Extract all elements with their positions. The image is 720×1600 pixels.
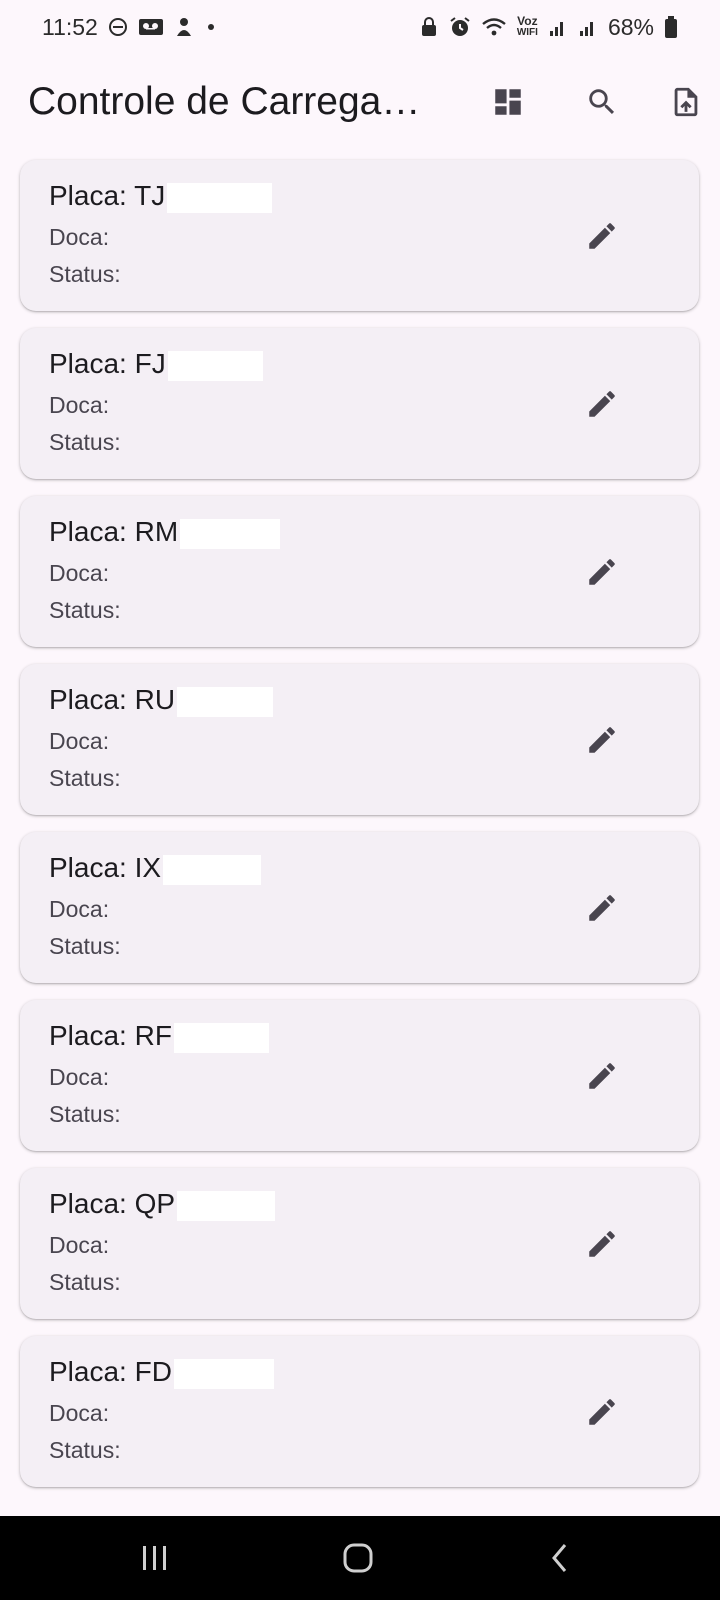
edit-button[interactable] xyxy=(576,714,628,766)
status-bar: 11:52 Voz WIFI 68% xyxy=(0,0,720,54)
plate-value: Placa: QP xyxy=(49,1188,176,1219)
pencil-icon xyxy=(589,727,615,753)
system-nav-bar xyxy=(0,1516,720,1600)
redaction-block xyxy=(180,518,281,549)
status-label: Status: xyxy=(49,261,121,287)
plate-text: Placa: RU xyxy=(49,684,274,717)
edit-button[interactable] xyxy=(576,210,628,262)
list-item[interactable]: Placa: TJ Doca: Status: xyxy=(20,160,699,311)
dock-label: Doca: xyxy=(49,1064,110,1090)
home-button[interactable] xyxy=(328,1534,388,1582)
voz-label: Voz xyxy=(517,14,538,28)
pencil-icon xyxy=(589,1063,615,1089)
back-button[interactable] xyxy=(530,1534,590,1582)
redaction-block xyxy=(177,686,274,717)
app-bar: Controle de Carregamento xyxy=(0,62,720,142)
status-right: Voz WIFI 68% xyxy=(419,14,678,41)
voicemail-icon xyxy=(138,17,164,37)
dashboard-button[interactable] xyxy=(484,78,532,126)
status-label: Status: xyxy=(49,1269,121,1295)
status-label: Status: xyxy=(49,933,121,959)
signal-icon xyxy=(548,17,568,37)
dock-label: Doca: xyxy=(49,728,110,754)
dock-label: Doca: xyxy=(49,560,110,586)
list-item[interactable]: Placa: RF Doca: Status: xyxy=(20,1000,699,1151)
battery-icon xyxy=(664,15,678,39)
list-item[interactable]: Placa: IX Doca: Status: xyxy=(20,832,699,983)
app-bar-actions xyxy=(480,62,720,142)
export-button[interactable] xyxy=(662,78,710,126)
pencil-icon xyxy=(589,391,615,417)
dock-label: Doca: xyxy=(49,392,110,418)
wifi-label: WIFI xyxy=(516,27,538,38)
pencil-icon xyxy=(589,1399,615,1425)
status-label: Status: xyxy=(49,429,121,455)
plate-text: Placa: IX xyxy=(49,852,262,885)
pencil-icon xyxy=(589,895,615,921)
plate-text: Placa: RF xyxy=(49,1020,269,1053)
signal-icon xyxy=(578,17,598,37)
status-label: Status: xyxy=(49,765,121,791)
battery-percent: 68% xyxy=(607,13,654,40)
status-label: Status: xyxy=(49,1437,121,1463)
edit-button[interactable] xyxy=(576,882,628,934)
clock: 11:52 xyxy=(42,13,98,40)
plate-value: Placa: FD xyxy=(49,1356,172,1387)
status-label: Status: xyxy=(49,597,121,623)
plate-value: Placa: RU xyxy=(49,684,176,715)
edit-button[interactable] xyxy=(576,1386,628,1438)
list-item[interactable]: Placa: QP Doca: Status: xyxy=(20,1168,699,1319)
edit-button[interactable] xyxy=(576,546,628,598)
do-not-disturb-icon xyxy=(108,17,128,37)
back-icon xyxy=(552,1544,567,1572)
edit-button[interactable] xyxy=(576,1050,628,1102)
pencil-icon xyxy=(589,223,615,249)
plate-value: Placa: RF xyxy=(49,1020,172,1051)
plate-value: Placa: RM xyxy=(49,516,179,547)
status-label: Status: xyxy=(49,1101,121,1127)
pencil-icon xyxy=(589,559,615,585)
list-item[interactable]: Placa: RU Doca: Status: xyxy=(20,664,699,815)
plate-text: Placa: RM xyxy=(49,516,281,549)
redaction-block xyxy=(167,182,273,213)
alarm-icon xyxy=(449,16,471,38)
list-item[interactable]: Placa: RM Doca: Status: xyxy=(20,496,699,647)
plate-value: Placa: TJ xyxy=(49,180,166,211)
pencil-icon xyxy=(589,1231,615,1257)
export-icon xyxy=(674,87,698,117)
recent-apps-button[interactable] xyxy=(125,1534,185,1582)
plate-text: Placa: QP xyxy=(49,1188,276,1221)
voz-wifi-label: Voz WIFI xyxy=(516,14,538,38)
edit-button[interactable] xyxy=(576,1218,628,1270)
plate-value: Placa: IX xyxy=(49,852,162,883)
redaction-block xyxy=(173,1358,274,1389)
dock-label: Doca: xyxy=(49,224,110,250)
dashboard-icon xyxy=(495,89,521,115)
plate-text: Placa: FD xyxy=(49,1356,274,1389)
list-item[interactable]: Placa: FD Doca: Status: xyxy=(20,1336,699,1487)
wifi-icon xyxy=(481,17,507,37)
recent-apps-icon xyxy=(143,1546,166,1570)
lock-icon xyxy=(419,16,439,38)
redaction-block xyxy=(167,350,263,381)
search-button[interactable] xyxy=(578,78,626,126)
redaction-block xyxy=(177,1190,276,1221)
edit-button[interactable] xyxy=(576,378,628,430)
dock-label: Doca: xyxy=(49,896,110,922)
redaction-block xyxy=(163,854,262,885)
home-icon xyxy=(343,1543,373,1573)
redaction-block xyxy=(173,1022,269,1053)
plate-text: Placa: TJ xyxy=(49,180,273,213)
dock-label: Doca: xyxy=(49,1400,110,1426)
plate-text: Placa: FJ xyxy=(49,348,263,381)
list-item[interactable]: Placa: FJ Doca: Status: xyxy=(20,328,699,479)
page-title: Controle de Carregamento xyxy=(28,80,438,123)
more-dot-icon xyxy=(204,20,218,34)
search-icon xyxy=(589,89,615,115)
notification-icon xyxy=(174,16,194,38)
status-left: 11:52 xyxy=(42,14,218,41)
dock-label: Doca: xyxy=(49,1232,110,1258)
plate-value: Placa: FJ xyxy=(49,348,166,379)
